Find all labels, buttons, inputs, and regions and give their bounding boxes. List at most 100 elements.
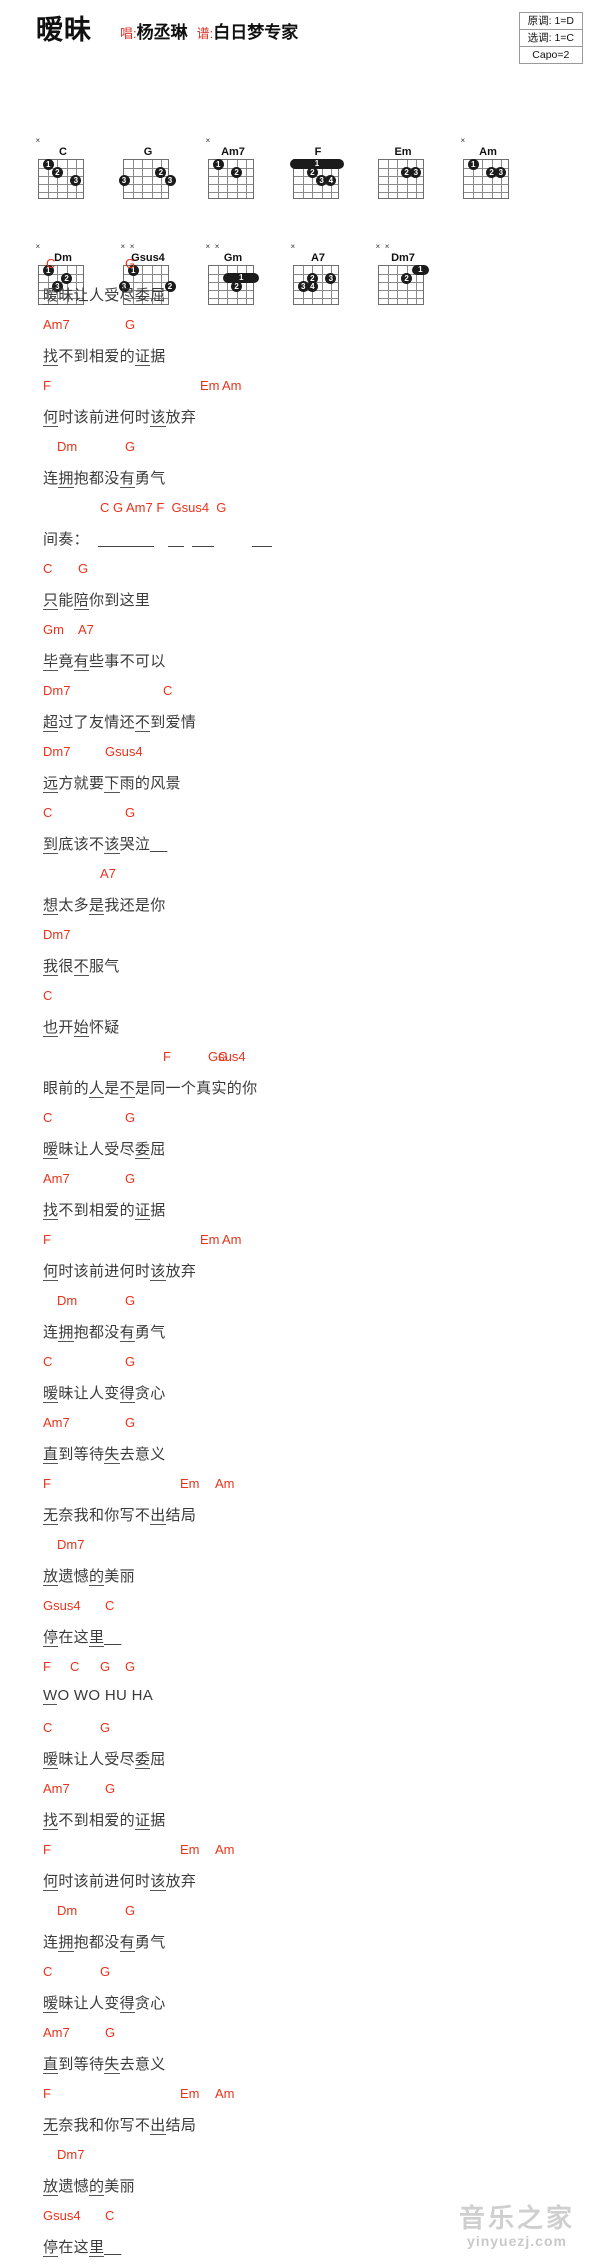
lyric-line: 连拥抱都没有勇气 <box>0 1319 597 1350</box>
chord-line: Dm7 Gsus4 <box>0 740 597 770</box>
chord-name: G <box>125 1659 136 1674</box>
lyric-line: 连拥抱都没有勇气 <box>0 465 597 496</box>
chord-line: F Em Am <box>0 374 597 404</box>
chord-diagram-f: F1234 <box>285 146 344 199</box>
lyric-line: 找不到相爱的证据 <box>0 343 597 374</box>
chord-name: F <box>43 1659 51 1674</box>
chord-name: G <box>125 1110 136 1125</box>
chord-name: Dm7 <box>57 2147 85 2162</box>
chord-line: Dm7 <box>0 1533 597 1563</box>
chord-line: F Em Am <box>0 2082 597 2112</box>
singer-label: 唱: <box>120 26 137 41</box>
chord-diagram-label: G <box>143 146 153 158</box>
lyric-text: 暧昧让人受尽委屈 <box>43 1751 166 1769</box>
lyric-text: 直到等待失去意义 <box>43 1446 166 1464</box>
chord-diagram-am: Am × 1 2 3 <box>455 137 513 199</box>
chord-name: Am7 <box>43 1781 70 1796</box>
lyric-text: 无奈我和你写不出结局 <box>43 2117 197 2135</box>
singer-name: 杨丞琳 <box>136 23 188 42</box>
chord-line: CG <box>0 1716 597 1746</box>
lyric-line: 无奈我和你写不出结局 <box>0 2112 597 2143</box>
mute-x-icon: × <box>205 136 211 145</box>
chord-diagram-label: Am7 <box>221 146 245 158</box>
chord-name: G <box>125 317 136 332</box>
chord-name: C <box>163 683 173 698</box>
chord-line: C <box>0 984 597 1014</box>
chord-name: C <box>105 2208 115 2223</box>
chord-line: CG <box>0 801 597 831</box>
muted-strings <box>378 137 424 146</box>
chord-name: F <box>163 1049 171 1064</box>
muted-strings: × <box>35 136 84 146</box>
lyric-line: 暧昧让人变得贪心 <box>0 1990 597 2021</box>
lyric-text: 放遗憾的美丽 <box>43 2178 135 2196</box>
chord-diagram-c: C × 1 2 3 <box>30 137 88 199</box>
chord-name: Em <box>180 1476 200 1491</box>
chord-line: CG <box>0 557 597 587</box>
chord-name: F <box>43 378 51 393</box>
arranger-name: 白日梦专家 <box>213 23 299 42</box>
mute-x-icon: × <box>35 136 41 145</box>
chord-name: A7 <box>100 866 116 881</box>
arranger-label: 谱: <box>196 26 214 41</box>
lyric-text: 也开始怀疑 <box>43 1019 120 1037</box>
chord-diagram-am7: Am7 × 1 2 <box>200 137 258 199</box>
chord-line: F Em Am <box>0 1838 597 1868</box>
mute-x-icon: × <box>460 136 466 145</box>
chord-line: CG <box>0 252 597 282</box>
chord-name: F <box>43 1476 51 1491</box>
lyric-line: 停在这里__ <box>0 1624 597 1655</box>
chord-line: F Em Am <box>0 1228 597 1258</box>
chord-line: Dm G <box>0 1899 597 1929</box>
lyric-line: 何时该前进何时该放弃 <box>0 404 597 435</box>
chord-name: G <box>125 256 136 271</box>
interlude-measure-rule <box>168 546 184 547</box>
chord-name: Dm <box>57 1903 78 1918</box>
chord-name: Am <box>215 2086 235 2101</box>
lyric-line: 我很不服气 <box>0 953 597 984</box>
chord-name: C <box>43 1964 53 1979</box>
lyric-text: 放遗憾的美丽 <box>43 1568 135 1586</box>
lyric-text: 无奈我和你写不出结局 <box>43 1507 197 1525</box>
lyric-text: 连拥抱都没有勇气 <box>43 1324 166 1342</box>
chord-name: F <box>43 2086 51 2101</box>
lyric-text: 想太多是我还是你 <box>43 897 166 915</box>
chord-line: Am7 G <box>0 2021 597 2051</box>
chord-name: Gm <box>43 622 64 637</box>
lyric-line: 找不到相爱的证据 <box>0 1197 597 1228</box>
chord-name: F <box>43 1232 51 1247</box>
lyric-line: 想太多是我还是你 <box>0 892 597 923</box>
finger-dot: 2 <box>231 166 243 178</box>
chord-name: Dm7 <box>43 744 71 759</box>
lyric-text: 连拥抱都没有勇气 <box>43 1934 166 1952</box>
lyric-line: 连拥抱都没有勇气 <box>0 1929 597 1960</box>
lyric-text: 找不到相爱的证据 <box>43 1202 166 1220</box>
chord-diagram-label: Am <box>479 146 497 158</box>
capo-value: Capo=2 <box>532 48 570 61</box>
chord-name: C <box>43 1354 53 1369</box>
finger-dot: 1 <box>42 158 54 170</box>
selected-key: 选调: 1=C <box>519 30 582 47</box>
chord-name: C <box>43 1110 53 1125</box>
interlude-line: 间奏： <box>0 526 597 557</box>
chord-name: Am7 <box>43 2025 70 2040</box>
chord-name: Em <box>200 378 220 393</box>
chord-line: Gsus4 C <box>0 1594 597 1624</box>
chord-line: Dm7 C <box>0 679 597 709</box>
lyric-text: 暧昧让人变得贪心 <box>43 1995 166 2013</box>
fretboard-grid: 233 <box>118 159 176 199</box>
chord-name: G <box>125 805 136 820</box>
lyric-line: 放遗憾的美丽 <box>0 2173 597 2204</box>
page-title: 暧昧 <box>36 15 92 45</box>
lyric-line: 暧昧让人受尽委屈 <box>0 282 597 313</box>
chord-name: G <box>125 1293 136 1308</box>
chord-name: C <box>46 256 56 271</box>
interlude-measure-rule <box>98 546 154 547</box>
chord-name: C <box>43 988 53 1003</box>
chord-diagram-g: G233 <box>115 146 176 199</box>
chord-name: Dm7 <box>57 1537 85 1552</box>
chord-name: Gsus4 <box>43 2208 81 2223</box>
chord-name: Am <box>215 1842 235 1857</box>
chord-diagram-section: C × 1 2 3 G 2 3 3 Am7 × 1 2 F 1 2 3 4 Em 2 3 Am × 1 2 3 Dm × 1 2 3 Gsus… <box>0 66 597 305</box>
chord-line: Am7 G <box>0 313 597 343</box>
